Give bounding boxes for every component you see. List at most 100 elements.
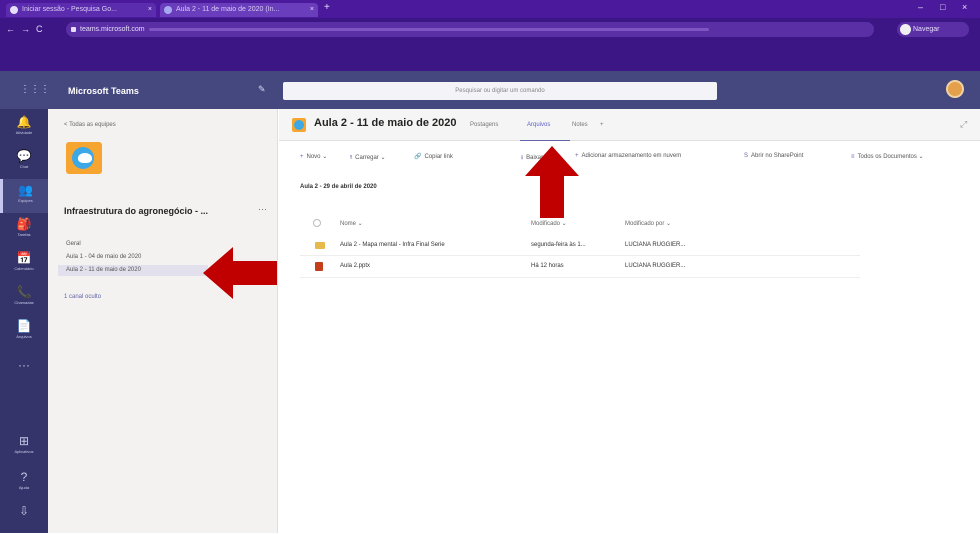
tab-files[interactable]: Arquivos [527, 122, 550, 128]
more-icon: ··· [18, 358, 30, 372]
upload-button[interactable]: ⭱ Carregar ⌄ [350, 153, 385, 163]
browser-tab-label: Iniciar sessão - Pesquisa Go... [22, 6, 117, 13]
chrome-tab-icon [10, 6, 18, 14]
add-tab-icon[interactable]: + [600, 122, 604, 128]
rail-label: Chat [19, 164, 29, 169]
plus-icon: + [300, 154, 304, 160]
browser-tab-label: Aula 2 - 11 de maio de 2020 (In... [176, 6, 280, 13]
tab-notes[interactable]: Notes [572, 122, 588, 128]
channel-item-aula-2[interactable]: Aula 2 - 11 de maio de 2020 [58, 265, 208, 276]
command-label: Copiar link [424, 154, 453, 160]
maximize-icon[interactable]: □ [940, 2, 945, 12]
download-icon: ⭳ [521, 155, 524, 161]
breadcrumb[interactable]: Aula 2 - 29 de abril de 2020 [300, 184, 377, 190]
expand-icon[interactable]: ⤢ [960, 119, 967, 130]
teams-icon: 👥 [18, 183, 33, 197]
rail-download[interactable]: ⇩ [0, 500, 48, 534]
close-window-icon[interactable]: × [962, 2, 967, 12]
apps-icon: ⊞ [18, 434, 30, 448]
channel-item-geral[interactable]: Geral [64, 239, 184, 250]
team-name[interactable]: Infraestrutura do agronegócio - ... [64, 206, 208, 216]
copy-link-button[interactable]: 🔗 Copiar link [414, 153, 453, 160]
file-modified: Há 12 horas [531, 263, 564, 269]
rail-calls[interactable]: 📞 Chamadas [0, 281, 48, 315]
add-cloud-storage-button[interactable]: + Adicionar armazenamento em nuvem [575, 153, 681, 159]
file-modified-by: LUCIANA RUGGIER... [625, 242, 686, 248]
rail-label: Tarefas [17, 232, 31, 237]
select-all-checkbox[interactable] [313, 219, 321, 227]
calendar-icon: 📅 [16, 251, 32, 265]
all-teams-link[interactable]: < Todas as equipes [64, 122, 116, 128]
rail-chat[interactable]: 💬 Chat [0, 145, 48, 179]
tab-posts[interactable]: Postagens [470, 122, 498, 128]
rail-calendar[interactable]: 📅 Calendário [0, 247, 48, 281]
rail-apps[interactable]: ⊞ Aplicativos [0, 430, 48, 464]
teams-tab-icon [164, 6, 172, 14]
file-row[interactable] [300, 256, 860, 278]
search-input[interactable]: Pesquisar ou digitar um comando [283, 82, 717, 100]
all-documents-dropdown[interactable]: ≡ Todos os Documentos ⌄ [851, 153, 924, 160]
rail-label: Calendário [14, 266, 34, 271]
upload-icon: ⭱ [350, 155, 353, 161]
folder-icon [315, 242, 325, 249]
close-tab-icon[interactable]: × [310, 3, 314, 17]
hidden-channels-link[interactable]: 1 canal oculto [64, 294, 101, 300]
file-icon: 📄 [16, 319, 32, 333]
browser-tab-1[interactable]: Iniciar sessão - Pesquisa Go... × [6, 3, 156, 17]
rail-label: Ajuda [18, 485, 30, 490]
column-header-modified-by[interactable]: Modificado por ⌄ [625, 220, 671, 227]
app-launcher-icon[interactable]: ⋮⋮⋮ [20, 84, 50, 95]
rail-teams[interactable]: 👥 Equipes [0, 179, 48, 213]
help-icon: ? [20, 470, 28, 484]
new-tab-icon[interactable]: + [324, 2, 330, 13]
powerpoint-icon [315, 262, 323, 271]
rail-help[interactable]: ? Ajuda [0, 466, 48, 500]
command-label: Carregar ⌄ [355, 155, 386, 161]
address-bar[interactable]: teams.microsoft.com [66, 22, 874, 37]
profile-label: Navegar [913, 26, 940, 33]
download-app-icon: ⇩ [18, 504, 30, 518]
browser-tab-2[interactable]: Aula 2 - 11 de maio de 2020 (In... × [160, 3, 318, 17]
app-name: Microsoft Teams [68, 86, 139, 96]
up-arrow-annotation [525, 146, 579, 218]
command-label: Abrir no SharePoint [751, 153, 804, 159]
command-label: Adicionar armazenamento em nuvem [581, 153, 682, 159]
rail-label: Chamadas [14, 300, 34, 305]
column-header-modified[interactable]: Modificado ⌄ [531, 220, 567, 227]
url-text: teams.microsoft.com [80, 26, 145, 33]
rail-assignments[interactable]: 🎒 Tarefas [0, 213, 48, 247]
open-sharepoint-button[interactable]: S Abrir no SharePoint [744, 153, 803, 159]
rail-label: Atividade [15, 130, 33, 135]
lock-icon [71, 27, 76, 32]
file-name[interactable]: Aula 2.pptx [340, 263, 370, 269]
sharepoint-icon: S [744, 153, 749, 159]
close-tab-icon[interactable]: × [148, 3, 152, 17]
channel-item-aula-1[interactable]: Aula 1 - 04 de maio de 2020 [64, 252, 184, 263]
rail-label: Equipes [18, 198, 33, 203]
command-label: Novo ⌄ [306, 154, 328, 160]
team-logo [66, 142, 102, 174]
backpack-icon: 🎒 [16, 217, 32, 231]
new-chat-icon[interactable]: ✎ [258, 84, 266, 95]
list-icon: ≡ [851, 154, 855, 160]
left-arrow-annotation [203, 247, 277, 299]
rail-files[interactable]: 📄 Arquivos [0, 315, 48, 349]
file-name[interactable]: Aula 2 - Mapa mental - Infra Final Serie [340, 242, 445, 248]
rail-label: Aplicativos [14, 449, 34, 454]
team-icon [292, 118, 306, 132]
bell-icon: 🔔 [16, 115, 32, 129]
column-header-name[interactable]: Nome ⌄ [340, 220, 363, 227]
team-more-icon[interactable]: ··· [258, 204, 267, 214]
file-modified: segunda-feira às 1... [531, 242, 586, 248]
user-avatar[interactable] [946, 80, 964, 98]
rail-activity[interactable]: 🔔 Atividade [0, 111, 48, 145]
avatar-icon [900, 24, 911, 35]
profile-button[interactable]: Navegar [897, 22, 969, 37]
url-path [148, 27, 709, 31]
browser-band [0, 42, 980, 71]
nav-buttons[interactable]: ←→C [6, 24, 49, 34]
new-button[interactable]: + Novo ⌄ [300, 153, 327, 160]
minimize-icon[interactable]: – [918, 2, 923, 12]
rail-more[interactable]: ··· [0, 354, 48, 388]
link-icon: 🔗 [414, 154, 422, 160]
